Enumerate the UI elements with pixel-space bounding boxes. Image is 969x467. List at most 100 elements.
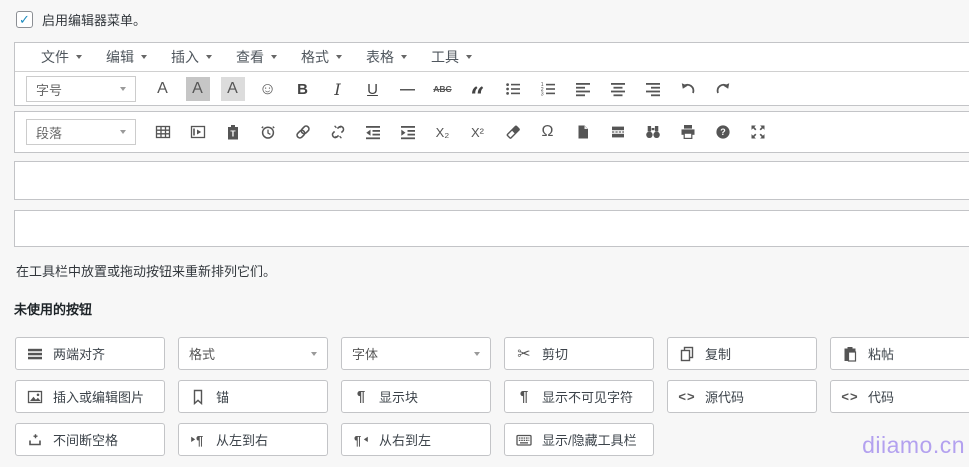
bold-button[interactable]: B — [285, 75, 320, 103]
binoculars-icon — [645, 124, 661, 140]
copy-icon — [678, 346, 696, 362]
numbered-list-icon: 123 — [540, 81, 556, 97]
clear-format-button[interactable] — [495, 118, 530, 146]
menu-item-insert[interactable]: 插入 — [159, 43, 224, 71]
menu-item-table[interactable]: 表格 — [354, 43, 419, 71]
chevron-down-icon — [271, 55, 277, 59]
pilcrow-icon: ¶ — [352, 388, 370, 405]
unlink-button[interactable] — [320, 118, 355, 146]
unused-code-button[interactable]: <>代码 — [830, 380, 969, 413]
unused-buttons-grid: 两端对齐 格式 字体 ✂剪切 复制 粘帖 插入或编辑图片 锚 ¶显示块 ¶显示不… — [15, 337, 969, 456]
svg-text:3: 3 — [540, 91, 543, 97]
undo-icon — [680, 81, 696, 97]
unused-copy-button[interactable]: 复制 — [667, 337, 817, 370]
menu-item-edit[interactable]: 编辑 — [94, 43, 159, 71]
chevron-down-icon — [466, 55, 472, 59]
pilcrow-icon: ¶ — [515, 388, 533, 405]
media-button[interactable] — [180, 118, 215, 146]
unused-cut-button[interactable]: ✂剪切 — [504, 337, 654, 370]
undo-button[interactable] — [670, 75, 705, 103]
nbsp-icon — [26, 432, 44, 448]
watermark: diiamo.cn — [862, 432, 965, 459]
indent-button[interactable] — [390, 118, 425, 146]
unused-ltr-button[interactable]: ¶从左到右 — [178, 423, 328, 456]
enable-menubar-row: ✓ 启用编辑器菜单。 — [16, 10, 146, 29]
unused-format-select[interactable]: 格式 — [178, 337, 328, 370]
paste-text-button[interactable]: T — [215, 118, 250, 146]
superscript-button[interactable]: X² — [460, 118, 495, 146]
menu-item-tools[interactable]: 工具 — [419, 43, 484, 71]
toolbar-row-3-dropzone[interactable] — [14, 161, 969, 200]
enable-menubar-checkbox[interactable]: ✓ — [16, 11, 33, 28]
unused-font-select[interactable]: 字体 — [341, 337, 491, 370]
special-char-button[interactable]: Ω — [530, 118, 565, 146]
paste-text-icon: T — [225, 124, 241, 140]
horizontal-rule-button[interactable]: — — [390, 75, 425, 103]
document-icon — [575, 124, 591, 140]
underline-button[interactable]: U — [355, 75, 390, 103]
eraser-icon — [505, 124, 521, 140]
insert-time-button[interactable] — [250, 118, 285, 146]
unused-toggle-toolbar-button[interactable]: 显示/隐藏工具栏 — [504, 423, 654, 456]
link-icon — [295, 124, 311, 140]
link-button[interactable] — [285, 118, 320, 146]
numbered-list-button[interactable]: 123 — [530, 75, 565, 103]
align-left-button[interactable] — [565, 75, 600, 103]
outdent-button[interactable] — [355, 118, 390, 146]
align-right-button[interactable] — [635, 75, 670, 103]
toolbar-container-1: 文件 编辑 插入 查看 格式 表格 工具 字号 A A A ☺ B I U — … — [14, 42, 969, 106]
paragraph-select[interactable]: 段落 — [26, 119, 136, 145]
chevron-down-icon — [120, 87, 126, 91]
unused-justify-button[interactable]: 两端对齐 — [15, 337, 165, 370]
unused-anchor-button[interactable]: 锚 — [178, 380, 328, 413]
bullet-list-button[interactable] — [495, 75, 530, 103]
redo-button[interactable] — [705, 75, 740, 103]
smiley-icon: ☺ — [259, 79, 276, 99]
toolbar-row-1: 字号 A A A ☺ B I U — ABC “ 123 — [15, 72, 969, 106]
letter-a-button[interactable]: A — [145, 75, 180, 103]
italic-button[interactable]: I — [320, 75, 355, 103]
chevron-down-icon — [76, 55, 82, 59]
printer-icon — [680, 124, 696, 140]
menu-item-view[interactable]: 查看 — [224, 43, 289, 71]
unused-paste-button[interactable]: 粘帖 — [830, 337, 969, 370]
svg-text:T: T — [230, 128, 236, 138]
strikethrough-button[interactable]: ABC — [425, 75, 460, 103]
align-center-button[interactable] — [600, 75, 635, 103]
unused-image-button[interactable]: 插入或编辑图片 — [15, 380, 165, 413]
menu-item-format[interactable]: 格式 — [289, 43, 354, 71]
clock-icon — [260, 124, 276, 140]
fullscreen-button[interactable] — [740, 118, 775, 146]
enable-menubar-label: 启用编辑器菜单。 — [42, 10, 146, 29]
unused-rtl-button[interactable]: ¶从右到左 — [341, 423, 491, 456]
chevron-down-icon — [311, 352, 317, 356]
subscript-button[interactable]: X₂ — [425, 118, 460, 146]
check-icon: ✓ — [19, 13, 30, 26]
justify-icon — [26, 346, 44, 362]
page-break-button[interactable] — [600, 118, 635, 146]
letter-a-light-button[interactable]: A — [215, 75, 250, 103]
svg-text:¶: ¶ — [196, 433, 203, 448]
unused-show-blocks-button[interactable]: ¶显示块 — [341, 380, 491, 413]
emoticons-button[interactable]: ☺ — [250, 75, 285, 103]
print-button[interactable] — [670, 118, 705, 146]
rearrange-hint: 在工具栏中放置或拖动按钮来重新排列它们。 — [16, 261, 276, 280]
media-icon — [190, 124, 206, 140]
toolbar-row-4-dropzone[interactable] — [14, 210, 969, 247]
align-right-icon — [645, 81, 661, 97]
help-button[interactable]: ? — [705, 118, 740, 146]
outdent-icon — [365, 124, 381, 140]
unused-source-code-button[interactable]: <>源代码 — [667, 380, 817, 413]
bullet-list-icon — [505, 81, 521, 97]
font-size-select[interactable]: 字号 — [26, 76, 136, 102]
page-document-button[interactable] — [565, 118, 600, 146]
unused-show-invisible-button[interactable]: ¶显示不可见字符 — [504, 380, 654, 413]
paste-icon — [841, 346, 859, 362]
image-icon — [26, 389, 44, 405]
letter-a-dark-button[interactable]: A — [180, 75, 215, 103]
unused-nbsp-button[interactable]: 不间断空格 — [15, 423, 165, 456]
find-replace-button[interactable] — [635, 118, 670, 146]
blockquote-button[interactable]: “ — [460, 75, 495, 103]
table-button[interactable] — [145, 118, 180, 146]
menu-item-file[interactable]: 文件 — [29, 43, 94, 71]
